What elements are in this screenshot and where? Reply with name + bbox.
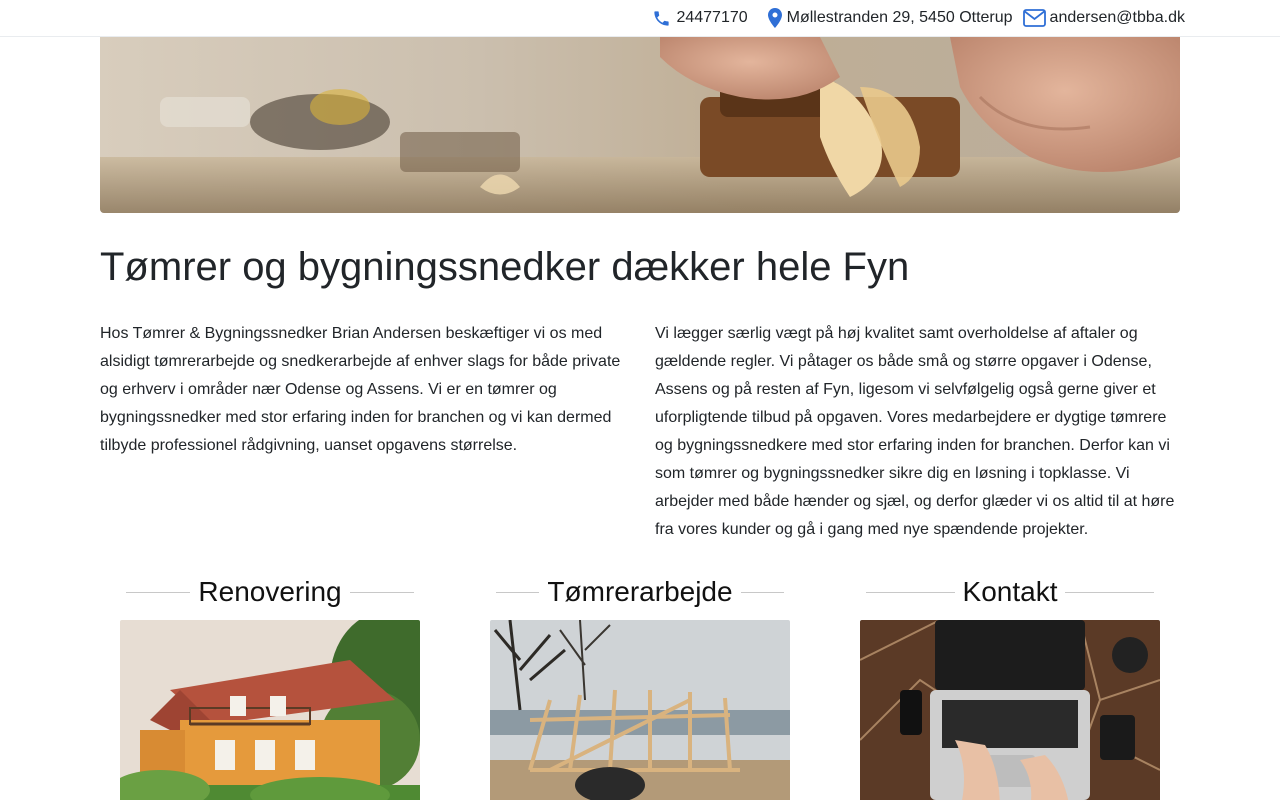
orange-house-image[interactable] (120, 620, 420, 800)
laptop-typing-image[interactable] (860, 620, 1160, 800)
heading-divider-left (496, 591, 540, 593)
contact-phone[interactable]: 24477170 (652, 9, 748, 28)
contact-address: Møllestranden 29, 5450 Otterup (767, 8, 1013, 28)
service-card-tomrerarbejde[interactable]: Tømrerarbejde (490, 572, 790, 800)
address-text: Møllestranden 29, 5450 Otterup (786, 9, 1013, 26)
heading-divider-left (126, 591, 191, 593)
intro-text-right: Vi lægger særlig vægt på høj kvalitet sa… (655, 325, 1175, 538)
phone-number[interactable]: 24477170 (676, 9, 747, 27)
top-contact-bar: 24477170 Møllestranden 29, 5450 Otterup … (0, 0, 1280, 37)
contact-list: 24477170 Møllestranden 29, 5450 Otterup … (652, 0, 1185, 36)
map-pin-icon (767, 8, 782, 28)
service-card-heading: Kontakt (860, 572, 1160, 612)
envelope-icon (1022, 9, 1046, 27)
heading-divider-left (866, 591, 955, 593)
service-card-title[interactable]: Renovering (196, 572, 343, 612)
service-card-title[interactable]: Kontakt (961, 572, 1060, 612)
service-card-renovering[interactable]: Renovering (120, 572, 420, 800)
service-card-heading: Renovering (120, 572, 420, 612)
heading-divider-right (349, 591, 415, 593)
service-card-title[interactable]: Tømrerarbejde (545, 572, 734, 612)
heading-divider-right (1065, 591, 1155, 593)
timber-frame-construction-image[interactable] (490, 620, 790, 800)
email-link[interactable]: andersen@tbba.dk (1050, 9, 1185, 27)
contact-email[interactable]: andersen@tbba.dk (1022, 9, 1185, 27)
page-title: Tømrer og bygningssnedker dækker hele Fy… (100, 245, 910, 289)
phone-icon (654, 10, 670, 26)
intro-text-left: Hos Tømrer & Bygningssnedker Brian Ander… (100, 325, 621, 454)
heading-divider-right (740, 591, 785, 593)
service-card-heading: Tømrerarbejde (490, 572, 790, 612)
service-card-kontakt[interactable]: Kontakt (860, 572, 1160, 800)
hero-banner-image (100, 37, 1180, 213)
